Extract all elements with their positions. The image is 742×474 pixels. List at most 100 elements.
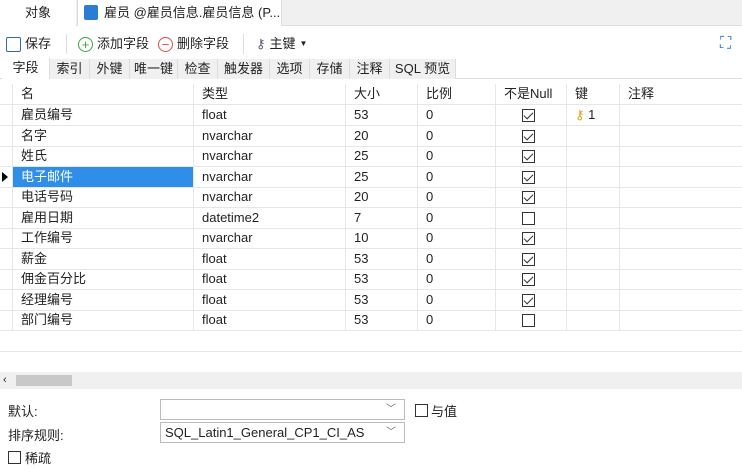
not-null-cell[interactable] (495, 125, 566, 146)
size-cell[interactable]: 7 (345, 207, 417, 228)
key-cell[interactable] (566, 146, 619, 166)
subtab-7[interactable]: 存储 (310, 59, 350, 79)
table-row[interactable]: 雇用日期 datetime2 7 0 (0, 207, 742, 229)
type-cell[interactable]: float (193, 105, 345, 125)
sparse-checkbox[interactable]: 稀疏 (8, 448, 51, 467)
comment-cell[interactable] (619, 289, 742, 310)
scale-cell[interactable]: 0 (417, 105, 495, 125)
not-null-checkbox[interactable] (522, 150, 535, 164)
size-cell[interactable]: 20 (345, 187, 417, 207)
key-cell[interactable] (566, 289, 619, 310)
scale-cell[interactable]: 0 (417, 187, 495, 207)
type-cell[interactable]: float (193, 310, 345, 330)
key-cell[interactable] (566, 228, 619, 248)
not-null-checkbox[interactable] (522, 129, 535, 143)
type-cell[interactable]: float (193, 269, 345, 289)
key-cell[interactable] (566, 166, 619, 187)
not-null-checkbox[interactable] (522, 211, 535, 225)
not-null-checkbox[interactable] (522, 314, 535, 328)
size-cell[interactable]: 25 (345, 166, 417, 187)
comment-cell[interactable] (619, 105, 742, 125)
subtab-4[interactable]: 检查 (178, 59, 218, 79)
key-cell[interactable] (566, 187, 619, 207)
name-cell[interactable]: 姓氏 (12, 146, 193, 166)
scale-cell[interactable]: 0 (417, 310, 495, 330)
name-cell[interactable]: 经理编号 (12, 289, 193, 310)
key-cell[interactable]: ⚷ 1 (566, 105, 619, 125)
type-cell[interactable]: nvarchar (193, 125, 345, 146)
subtab-9[interactable]: SQL 预览 (390, 59, 456, 79)
comment-cell[interactable] (619, 187, 742, 207)
collation-combo[interactable]: SQL_Latin1_General_CP1_CI_AS ﹀ (160, 422, 405, 443)
comment-cell[interactable] (619, 269, 742, 289)
table-row[interactable]: 电子邮件 nvarchar 25 0 (0, 166, 742, 188)
not-null-checkbox[interactable] (522, 109, 535, 123)
default-combo[interactable]: ﹀ (160, 399, 405, 420)
name-cell[interactable]: 薪金 (12, 248, 193, 269)
subtab-8[interactable]: 注释 (350, 59, 390, 79)
key-cell[interactable] (566, 207, 619, 228)
size-cell[interactable]: 53 (345, 105, 417, 125)
not-null-cell[interactable] (495, 248, 566, 269)
scale-cell[interactable]: 0 (417, 269, 495, 289)
not-null-cell[interactable] (495, 166, 566, 187)
not-null-cell[interactable] (495, 289, 566, 310)
scale-cell[interactable]: 0 (417, 125, 495, 146)
subtab-2[interactable]: 外键 (90, 59, 130, 79)
table-row[interactable]: 部门编号 float 53 0 (0, 310, 742, 331)
not-null-checkbox[interactable] (522, 293, 535, 307)
key-cell[interactable] (566, 125, 619, 146)
table-row[interactable]: 姓氏 nvarchar 25 0 (0, 146, 742, 167)
table-row[interactable]: 薪金 float 53 0 (0, 248, 742, 270)
fullscreen-icon[interactable]: ⛶ (720, 34, 731, 54)
type-cell[interactable]: nvarchar (193, 146, 345, 166)
table-row[interactable]: 佣金百分比 float 53 0 (0, 269, 742, 290)
subtab-0[interactable]: 字段 (2, 58, 50, 79)
comment-cell[interactable] (619, 228, 742, 248)
not-null-cell[interactable] (495, 105, 566, 125)
subtab-5[interactable]: 触发器 (218, 59, 270, 79)
comment-cell[interactable] (619, 146, 742, 166)
not-null-cell[interactable] (495, 228, 566, 248)
scale-cell[interactable]: 0 (417, 146, 495, 166)
name-cell[interactable]: 雇员编号 (12, 105, 193, 125)
comment-cell[interactable] (619, 166, 742, 187)
scale-cell[interactable]: 0 (417, 207, 495, 228)
table-row[interactable]: 名字 nvarchar 20 0 (0, 125, 742, 147)
not-null-checkbox[interactable] (522, 170, 535, 184)
size-cell[interactable]: 53 (345, 269, 417, 289)
not-null-checkbox[interactable] (522, 232, 535, 246)
comment-cell[interactable] (619, 125, 742, 146)
not-null-cell[interactable] (495, 187, 566, 207)
type-cell[interactable]: float (193, 248, 345, 269)
scale-cell[interactable]: 0 (417, 289, 495, 310)
subtab-3[interactable]: 唯一键 (130, 59, 178, 79)
not-null-checkbox[interactable] (522, 191, 535, 205)
size-cell[interactable]: 25 (345, 146, 417, 166)
primary-key-button[interactable]: ⚷ 主键 ▼ (256, 34, 307, 54)
type-cell[interactable]: nvarchar (193, 187, 345, 207)
scale-cell[interactable]: 0 (417, 248, 495, 269)
not-null-cell[interactable] (495, 269, 566, 289)
name-cell[interactable]: 佣金百分比 (12, 269, 193, 289)
size-cell[interactable]: 53 (345, 289, 417, 310)
size-cell[interactable]: 10 (345, 228, 417, 248)
type-cell[interactable]: nvarchar (193, 166, 345, 187)
tab-table-editor[interactable]: 雇员 @雇员信息.雇员信息 (P... (77, 0, 282, 26)
name-cell[interactable]: 名字 (12, 125, 193, 146)
comment-cell[interactable] (619, 310, 742, 330)
subtab-1[interactable]: 索引 (50, 59, 90, 79)
comment-cell[interactable] (619, 248, 742, 269)
not-null-cell[interactable] (495, 310, 566, 330)
subtab-6[interactable]: 选项 (270, 59, 310, 79)
scroll-thumb[interactable] (16, 375, 72, 386)
name-cell[interactable]: 工作编号 (12, 228, 193, 248)
add-field-button[interactable]: + 添加字段 (78, 34, 149, 54)
name-cell[interactable]: 电话号码 (12, 187, 193, 207)
key-cell[interactable] (566, 248, 619, 269)
size-cell[interactable]: 53 (345, 248, 417, 269)
not-null-checkbox[interactable] (522, 273, 535, 287)
delete-field-button[interactable]: − 删除字段 (158, 34, 229, 54)
comment-cell[interactable] (619, 207, 742, 228)
scroll-left-icon[interactable]: ‹ (3, 372, 7, 389)
